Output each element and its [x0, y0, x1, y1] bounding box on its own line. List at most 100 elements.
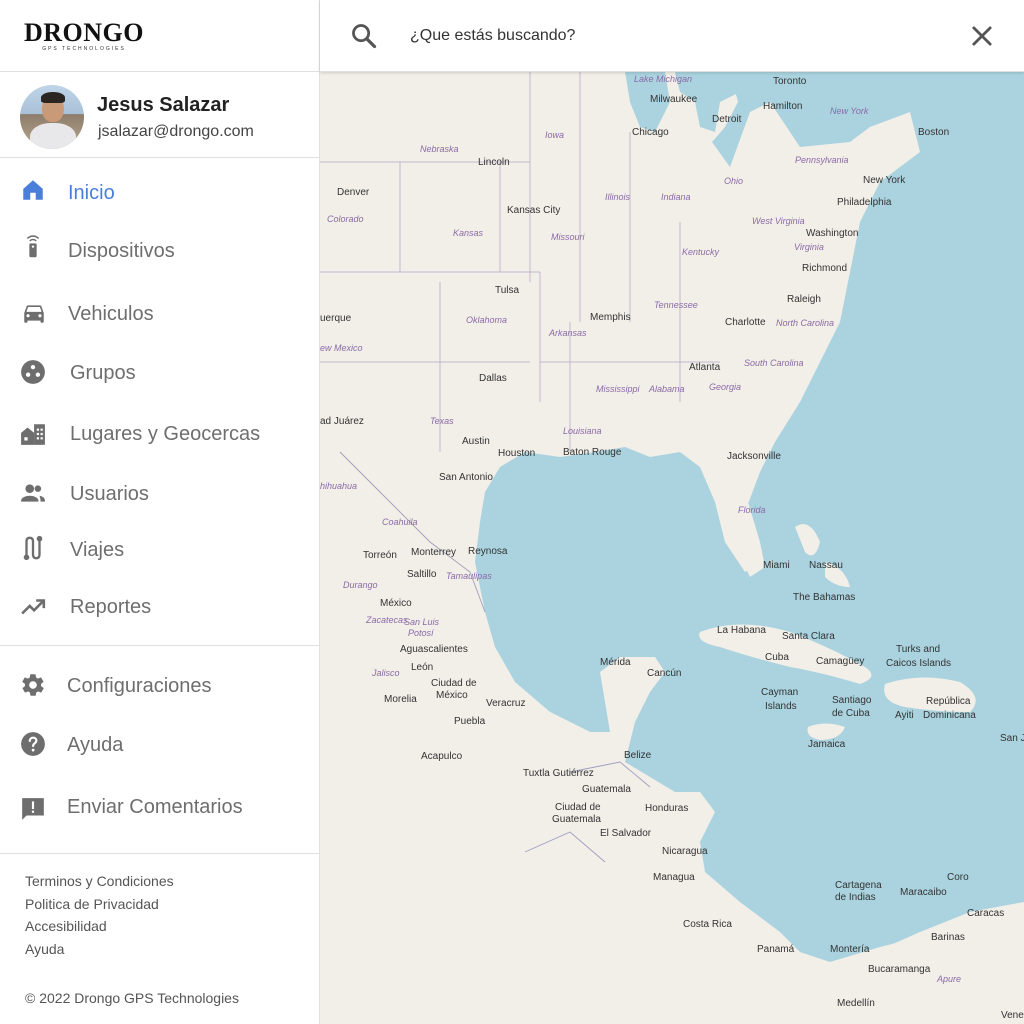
sidebar-item-inicio[interactable]: Inicio: [0, 169, 320, 215]
svg-text:Jalisco: Jalisco: [371, 668, 400, 678]
sidebar-item-enviar-comentarios[interactable]: Enviar Comentarios: [0, 784, 320, 830]
svg-text:Cancún: Cancún: [647, 668, 681, 679]
terms-link[interactable]: Terminos y Condiciones: [25, 872, 174, 895]
map-view[interactable]: Milwaukee Chicago Detroit Toronto Hamilt…: [320, 72, 1024, 1024]
svg-text:Washington: Washington: [806, 228, 858, 239]
svg-text:Potosí: Potosí: [408, 628, 435, 638]
svg-text:Richmond: Richmond: [802, 263, 847, 274]
svg-text:Aguascalientes: Aguascalientes: [400, 644, 468, 655]
help-icon: [21, 732, 45, 756]
svg-text:ad Juárez: ad Juárez: [320, 416, 364, 427]
search-icon[interactable]: [350, 22, 378, 50]
sidebar-item-label: Inicio: [68, 182, 115, 204]
svg-text:Milwaukee: Milwaukee: [650, 94, 698, 105]
footer-links: Terminos y Condiciones Politica de Priva…: [25, 872, 174, 962]
svg-text:Vene: Vene: [1001, 1010, 1024, 1021]
svg-text:de Indias: de Indias: [835, 892, 876, 903]
svg-text:Oklahoma: Oklahoma: [466, 315, 507, 325]
map-canvas[interactable]: Milwaukee Chicago Detroit Toronto Hamilt…: [320, 72, 1024, 1024]
footer-divider: [0, 853, 320, 854]
svg-text:Hamilton: Hamilton: [763, 101, 802, 112]
svg-text:de Cuba: de Cuba: [832, 708, 870, 719]
accessibility-link[interactable]: Accesibilidad: [25, 917, 174, 940]
svg-text:Maracaibo: Maracaibo: [900, 887, 947, 898]
svg-text:Tennessee: Tennessee: [654, 300, 698, 310]
svg-text:Durango: Durango: [343, 580, 378, 590]
privacy-link[interactable]: Politica de Privacidad: [25, 895, 174, 918]
user-profile[interactable]: Jesus Salazar jsalazar@drongo.com: [0, 72, 319, 158]
copyright: © 2022 Drongo GPS Technologies: [25, 990, 239, 1006]
svg-text:Philadelphia: Philadelphia: [837, 197, 892, 208]
svg-text:Caracas: Caracas: [967, 908, 1004, 919]
svg-text:Cartagena: Cartagena: [835, 880, 882, 891]
svg-text:Honduras: Honduras: [645, 803, 688, 814]
close-icon[interactable]: [968, 22, 996, 50]
svg-text:El Salvador: El Salvador: [600, 828, 652, 839]
svg-text:Belize: Belize: [624, 750, 652, 761]
sidebar-item-grupos[interactable]: Grupos: [0, 350, 320, 396]
brand-logo[interactable]: DRONGO GPS TECHNOLOGIES: [24, 20, 144, 53]
svg-text:Apure: Apure: [936, 974, 961, 984]
svg-text:Guatemala: Guatemala: [582, 784, 631, 795]
search-input[interactable]: [410, 22, 950, 50]
sidebar-item-dispositivos[interactable]: Dispositivos: [0, 228, 320, 274]
sidebar-item-label: Vehiculos: [68, 303, 154, 325]
svg-text:Saltillo: Saltillo: [407, 569, 437, 580]
sidebar-item-label: Lugares y Geocercas: [70, 423, 261, 445]
svg-text:Nebraska: Nebraska: [420, 144, 459, 154]
svg-text:Kansas: Kansas: [453, 228, 484, 238]
svg-text:hihuahua: hihuahua: [320, 481, 357, 491]
svg-text:North Carolina: North Carolina: [776, 318, 834, 328]
svg-text:Denver: Denver: [337, 187, 370, 198]
svg-text:Tamaulipas: Tamaulipas: [446, 571, 492, 581]
sidebar-item-configuraciones[interactable]: Configuraciones: [0, 663, 320, 709]
svg-text:República: República: [926, 696, 971, 707]
route-icon: [23, 535, 43, 561]
svg-text:Turks and: Turks and: [896, 644, 940, 655]
svg-text:Islands: Islands: [765, 701, 797, 712]
svg-text:Morelia: Morelia: [384, 694, 417, 705]
svg-text:Detroit: Detroit: [712, 114, 742, 125]
sidebar-item-vehiculos[interactable]: Vehiculos: [0, 290, 320, 336]
svg-text:Cayman: Cayman: [761, 687, 798, 698]
svg-text:Charlotte: Charlotte: [725, 317, 766, 328]
svg-text:Costa Rica: Costa Rica: [683, 919, 732, 930]
svg-text:Lincoln: Lincoln: [478, 157, 510, 168]
svg-text:Zacatecas: Zacatecas: [365, 615, 408, 625]
sidebar-item-lugares[interactable]: Lugares y Geocercas: [0, 411, 320, 457]
trending-up-icon: [21, 599, 46, 615]
sidebar-item-label: Usuarios: [70, 483, 149, 505]
svg-text:Illinois: Illinois: [605, 192, 631, 202]
svg-text:Missouri: Missouri: [551, 232, 586, 242]
svg-text:México: México: [380, 598, 412, 609]
svg-text:South Carolina: South Carolina: [744, 358, 804, 368]
sidebar-item-viajes[interactable]: Viajes: [0, 527, 320, 573]
feedback-icon: [22, 798, 44, 820]
svg-text:Florida: Florida: [738, 505, 766, 515]
sidebar: DRONGO GPS TECHNOLOGIES Jesus Salazar js…: [0, 0, 320, 1024]
svg-text:Torreón: Torreón: [363, 550, 397, 561]
svg-text:Coahuila: Coahuila: [382, 517, 418, 527]
svg-text:Santa Clara: Santa Clara: [782, 631, 835, 642]
svg-text:Medellín: Medellín: [837, 998, 875, 1009]
svg-text:Colorado: Colorado: [327, 214, 364, 224]
sidebar-item-reportes[interactable]: Reportes: [0, 584, 320, 630]
svg-text:Cuba: Cuba: [765, 652, 789, 663]
gear-icon: [22, 674, 44, 696]
places-icon: [21, 424, 45, 445]
svg-text:Alabama: Alabama: [648, 384, 685, 394]
svg-text:Jamaica: Jamaica: [808, 739, 846, 750]
sidebar-item-ayuda[interactable]: Ayuda: [0, 722, 320, 768]
svg-text:Baton Rouge: Baton Rouge: [563, 447, 622, 458]
car-icon: [24, 305, 44, 323]
users-icon: [21, 484, 45, 502]
sidebar-item-label: Viajes: [70, 539, 125, 561]
svg-text:Indiana: Indiana: [661, 192, 691, 202]
sidebar-item-usuarios[interactable]: Usuarios: [0, 471, 320, 517]
user-name: Jesus Salazar: [97, 94, 230, 116]
help-link[interactable]: Ayuda: [25, 940, 174, 963]
svg-text:Ayiti: Ayiti: [895, 710, 914, 721]
svg-text:La Habana: La Habana: [717, 625, 766, 636]
svg-text:Ciudad de: Ciudad de: [555, 802, 601, 813]
svg-text:West Virginia: West Virginia: [752, 216, 805, 226]
